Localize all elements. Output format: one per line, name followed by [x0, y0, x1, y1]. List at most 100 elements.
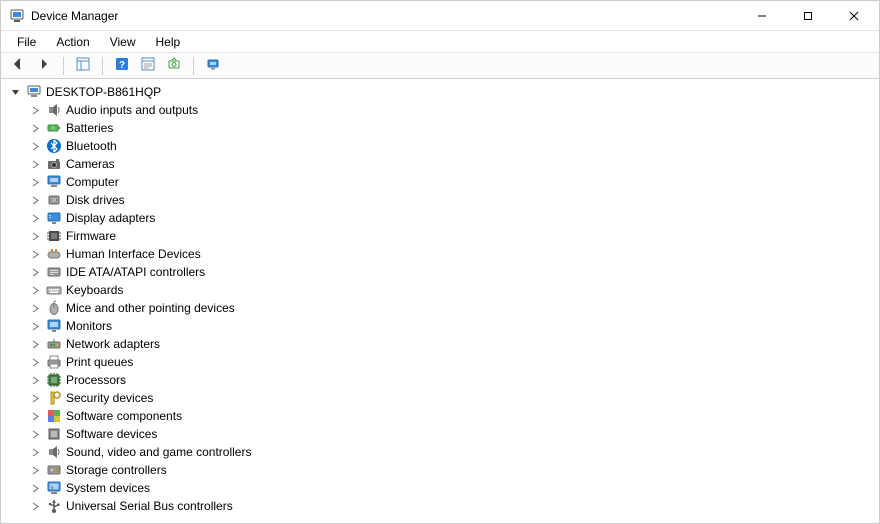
- chevron-right-icon[interactable]: [29, 500, 41, 512]
- firmware-icon: [46, 228, 62, 244]
- hid-icon: [46, 246, 62, 262]
- tree-node[interactable]: Firmware: [5, 227, 879, 245]
- computer-icon: [46, 174, 62, 190]
- chevron-right-icon[interactable]: [29, 374, 41, 386]
- tree-node-label: Batteries: [66, 122, 113, 134]
- tree-node[interactable]: Human Interface Devices: [5, 245, 879, 263]
- chevron-right-icon[interactable]: [29, 320, 41, 332]
- tree-node[interactable]: Audio inputs and outputs: [5, 101, 879, 119]
- chevron-right-icon[interactable]: [29, 464, 41, 476]
- tree-root[interactable]: DESKTOP-B861HQP: [5, 83, 879, 101]
- tree-node-label: Cameras: [66, 158, 115, 170]
- tree-node[interactable]: Bluetooth: [5, 137, 879, 155]
- ide-icon: [46, 264, 62, 280]
- chevron-right-icon[interactable]: [29, 104, 41, 116]
- tree-node-label: Network adapters: [66, 338, 160, 350]
- menu-view[interactable]: View: [100, 33, 146, 51]
- chevron-right-icon[interactable]: [29, 284, 41, 296]
- toolbar-update-driver-button[interactable]: [163, 55, 185, 77]
- tree-node[interactable]: IDE ATA/ATAPI controllers: [5, 263, 879, 281]
- chevron-right-icon[interactable]: [29, 410, 41, 422]
- toolbar-scan-hardware-button[interactable]: [202, 55, 224, 77]
- back-icon: [11, 57, 25, 74]
- mouse-icon: [46, 300, 62, 316]
- tree-node[interactable]: Software components: [5, 407, 879, 425]
- tree-node-label: Audio inputs and outputs: [66, 104, 198, 116]
- tree-node[interactable]: System devices: [5, 479, 879, 497]
- toolbar-show-hide-button[interactable]: [72, 55, 94, 77]
- chevron-right-icon[interactable]: [29, 482, 41, 494]
- chevron-right-icon[interactable]: [29, 266, 41, 278]
- chevron-right-icon[interactable]: [29, 392, 41, 404]
- tree-node[interactable]: Network adapters: [5, 335, 879, 353]
- tree-node-label: Mice and other pointing devices: [66, 302, 235, 314]
- update-driver-icon: [167, 57, 181, 74]
- tree-node-label: System devices: [66, 482, 150, 494]
- tree-node-label: Keyboards: [66, 284, 123, 296]
- computer-root-icon: [26, 84, 42, 100]
- battery-icon: [46, 120, 62, 136]
- chevron-right-icon[interactable]: [29, 428, 41, 440]
- software-devices-icon: [46, 426, 62, 442]
- sound-icon: [46, 444, 62, 460]
- tree-node-label: Software devices: [66, 428, 157, 440]
- monitor-icon: [46, 318, 62, 334]
- chevron-right-icon[interactable]: [29, 212, 41, 224]
- chevron-right-icon[interactable]: [29, 248, 41, 260]
- menu-action[interactable]: Action: [46, 33, 99, 51]
- toolbar-back-button[interactable]: [7, 55, 29, 77]
- chevron-right-icon[interactable]: [29, 158, 41, 170]
- security-icon: [46, 390, 62, 406]
- tree-node-label: Print queues: [66, 356, 133, 368]
- toolbar-separator: [102, 57, 103, 75]
- tree-node-label: Disk drives: [66, 194, 125, 206]
- tree-node[interactable]: Disk drives: [5, 191, 879, 209]
- toolbar-help-button[interactable]: ?: [111, 55, 133, 77]
- tree-node[interactable]: Print queues: [5, 353, 879, 371]
- tree-node-label: Bluetooth: [66, 140, 117, 152]
- tree-node-label: Storage controllers: [66, 464, 167, 476]
- printer-icon: [46, 354, 62, 370]
- device-tree[interactable]: DESKTOP-B861HQP Audio inputs and outputs…: [1, 79, 879, 523]
- storage-icon: [46, 462, 62, 478]
- chevron-right-icon[interactable]: [29, 194, 41, 206]
- tree-node[interactable]: Batteries: [5, 119, 879, 137]
- tree-node[interactable]: Universal Serial Bus controllers: [5, 497, 879, 515]
- chevron-right-icon[interactable]: [29, 122, 41, 134]
- tree-node[interactable]: Computer: [5, 173, 879, 191]
- chevron-right-icon[interactable]: [29, 230, 41, 242]
- tree-node[interactable]: Mice and other pointing devices: [5, 299, 879, 317]
- menu-help[interactable]: Help: [146, 33, 191, 51]
- tree-node[interactable]: Storage controllers: [5, 461, 879, 479]
- tree-node-label: Software components: [66, 410, 182, 422]
- camera-icon: [46, 156, 62, 172]
- chevron-down-icon[interactable]: [9, 86, 21, 98]
- tree-node[interactable]: Keyboards: [5, 281, 879, 299]
- tree-node[interactable]: Display adapters: [5, 209, 879, 227]
- chevron-right-icon[interactable]: [29, 356, 41, 368]
- chevron-right-icon[interactable]: [29, 140, 41, 152]
- toolbar-forward-button[interactable]: [33, 55, 55, 77]
- disk-icon: [46, 192, 62, 208]
- toolbar-properties-button[interactable]: [137, 55, 159, 77]
- close-button[interactable]: [831, 1, 877, 31]
- chevron-right-icon[interactable]: [29, 176, 41, 188]
- processor-icon: [46, 372, 62, 388]
- chevron-right-icon[interactable]: [29, 446, 41, 458]
- menu-file[interactable]: File: [7, 33, 46, 51]
- tree-node-label: Universal Serial Bus controllers: [66, 500, 233, 512]
- tree-node[interactable]: Cameras: [5, 155, 879, 173]
- minimize-button[interactable]: [739, 1, 785, 31]
- software-components-icon: [46, 408, 62, 424]
- bluetooth-icon: [46, 138, 62, 154]
- tree-node[interactable]: Sound, video and game controllers: [5, 443, 879, 461]
- scan-hardware-icon: [206, 57, 220, 74]
- maximize-button[interactable]: [785, 1, 831, 31]
- tree-node[interactable]: Monitors: [5, 317, 879, 335]
- tree-node[interactable]: Security devices: [5, 389, 879, 407]
- chevron-right-icon[interactable]: [29, 302, 41, 314]
- tree-node[interactable]: Software devices: [5, 425, 879, 443]
- chevron-right-icon[interactable]: [29, 338, 41, 350]
- usb-icon: [46, 498, 62, 514]
- tree-node[interactable]: Processors: [5, 371, 879, 389]
